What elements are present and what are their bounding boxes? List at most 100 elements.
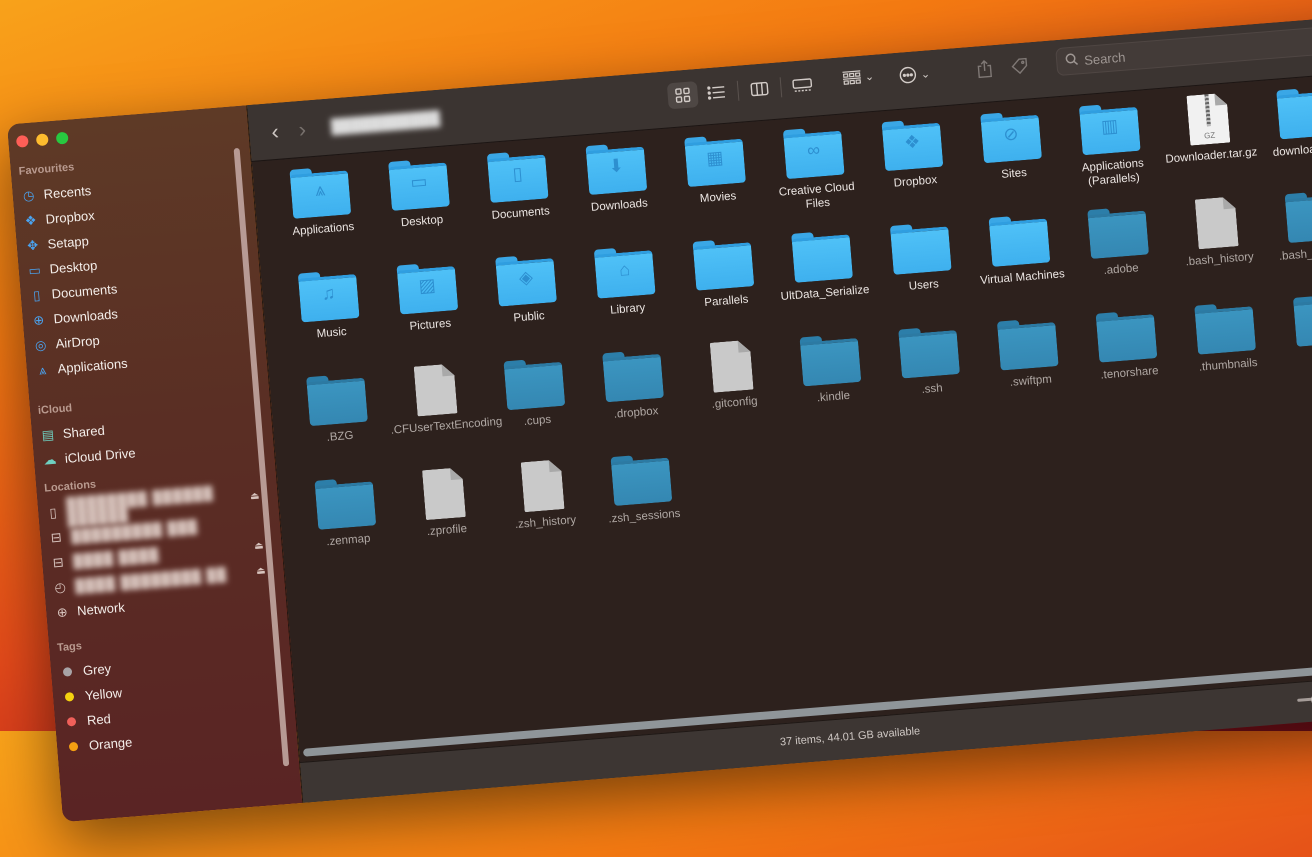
folder-item[interactable]: .bash_sessions	[1266, 188, 1312, 264]
file-name: Sites	[1000, 166, 1028, 181]
list-view-button[interactable]	[701, 78, 733, 106]
folder-item[interactable]: ▦ Movies	[665, 132, 766, 208]
folder-item[interactable]: downloadtemp	[1257, 84, 1312, 160]
folder-item[interactable]: ◈ Public	[476, 252, 577, 328]
folder-item[interactable]: .zenmap	[296, 475, 397, 551]
folder-item[interactable]: ⩓ Applications	[271, 164, 372, 240]
folder-icon: ▦	[684, 134, 746, 188]
search-field[interactable]: Search	[1055, 23, 1312, 77]
folder-item[interactable]: .zsh_sessions	[592, 451, 693, 527]
folder-item[interactable]: ♫ Music	[279, 267, 380, 343]
file-item[interactable]: .gitconfig	[682, 339, 783, 413]
phone-icon: ▯	[48, 504, 58, 520]
folder-item[interactable]: .BZG	[287, 371, 388, 447]
file-name: Virtual Machines	[979, 268, 1066, 287]
icon-view-button[interactable]	[666, 81, 699, 110]
file-name: Downloads	[590, 197, 649, 214]
eject-icon[interactable]: ⏏	[250, 490, 260, 502]
file-name: .vnc	[1278, 347, 1312, 369]
folder-icon	[799, 333, 862, 387]
folder-item[interactable]: Parallels	[674, 236, 775, 312]
group-by-button[interactable]: ⌄	[842, 69, 875, 85]
folder-item[interactable]: ⬇ Downloads	[567, 140, 668, 216]
file-item[interactable]: .zsh_history	[493, 459, 594, 533]
file-name: .BZG	[326, 429, 354, 444]
file-name: Applications	[291, 221, 355, 238]
folder-icon	[988, 213, 1051, 267]
file-name: Public	[512, 310, 546, 325]
folder-item[interactable]: ▭ Desktop	[369, 156, 470, 232]
file-name: .adobe	[1103, 262, 1140, 278]
desktop-icon: ▭	[27, 261, 42, 278]
folder-item[interactable]: .dropbox	[583, 347, 684, 423]
tag-button[interactable]	[1010, 56, 1029, 75]
time-machine-icon: ◴	[53, 578, 67, 595]
folder-icon	[1095, 309, 1158, 363]
group-by-icon	[842, 70, 861, 85]
dropbox-icon: ❖	[24, 211, 38, 228]
folder-icon: ▥	[1078, 102, 1141, 156]
folder-item[interactable]: .kindle	[781, 331, 882, 407]
folder-item[interactable]: ▥ Applications (Parallels)	[1060, 100, 1162, 190]
folder-item[interactable]: ▨ Pictures	[378, 260, 479, 336]
file-name: Pictures	[409, 317, 452, 333]
folder-item[interactable]: .ssh	[879, 324, 980, 400]
gallery-view-button[interactable]	[786, 71, 818, 99]
sidebar-item-label: ████ ████	[72, 546, 160, 569]
tag-color-dot	[62, 667, 73, 677]
file-item[interactable]: .zprofile	[394, 467, 495, 541]
folder-item[interactable]: UltData_Serialize	[772, 228, 873, 304]
folder-icon: ▯	[486, 149, 549, 203]
file-item[interactable]: .bash_history	[1167, 196, 1268, 270]
folder-item[interactable]: .cups	[485, 355, 586, 431]
sidebar-item-label: AirDrop	[55, 332, 101, 352]
clock-icon: ◷	[22, 187, 35, 203]
file-name: .dropbox	[613, 405, 659, 421]
icon-size-slider[interactable]	[1297, 688, 1312, 709]
folder-item[interactable]: .adobe	[1068, 204, 1169, 280]
file-name: .bash_history	[1185, 250, 1255, 269]
chevron-down-icon: ⌄	[920, 67, 931, 81]
folder-item[interactable]: Virtual Machines	[970, 212, 1071, 288]
status-bar: 37 items, 44.01 GB available	[300, 654, 1312, 803]
file-name: Movies	[699, 190, 737, 206]
forward-button[interactable]: ›	[298, 117, 307, 144]
sidebar-item-label: Desktop	[49, 257, 98, 277]
folder-item[interactable]: Users	[871, 220, 972, 296]
sidebar-tag-orange[interactable]: Orange	[64, 729, 133, 759]
minimize-window-button[interactable]	[35, 133, 49, 147]
zoom-window-button[interactable]	[55, 131, 69, 145]
folder-icon	[1087, 205, 1150, 259]
close-window-button[interactable]	[15, 134, 29, 148]
ellipsis-circle-icon	[899, 66, 917, 84]
file-name: .tenorshare	[1100, 364, 1159, 382]
sidebar-item-label: Dropbox	[45, 207, 96, 227]
folder-item[interactable]: ⌂ Library	[575, 244, 676, 320]
folder-item[interactable]: ❖ Dropbox	[863, 116, 964, 192]
sidebar-item-label: Applications	[57, 355, 129, 377]
share-icon	[977, 59, 992, 79]
folder-item[interactable]: .thumbnails	[1175, 300, 1276, 376]
shared-folder-icon: ▤	[41, 426, 55, 443]
column-view-button[interactable]	[744, 75, 776, 103]
document-icon	[512, 458, 574, 509]
file-name: .zsh_history	[514, 514, 577, 532]
share-button[interactable]	[976, 59, 993, 79]
folder-item[interactable]: .vnc	[1274, 292, 1312, 368]
more-actions-button[interactable]: ⌄	[898, 64, 931, 84]
folder-item[interactable]: .tenorshare	[1077, 308, 1178, 384]
view-mode-group	[666, 71, 819, 110]
favourites-section: Favourites ◷ Recents ❖ Dropbox ✥ Setapp ▭ Deskt…	[18, 158, 128, 383]
eject-icon[interactable]: ⏏	[254, 540, 264, 552]
file-name: .zprofile	[426, 522, 468, 539]
folder-icon	[1194, 301, 1257, 355]
eject-icon[interactable]: ⏏	[256, 565, 266, 577]
archive-type-label: GZ	[1203, 130, 1216, 141]
folder-item[interactable]: .swiftpm	[978, 316, 1079, 392]
folder-item[interactable]: ▯ Documents	[468, 148, 569, 224]
folder-item[interactable]: ∞ Creative Cloud Files	[764, 124, 866, 214]
file-item[interactable]: .CFUserTextEncoding	[386, 363, 503, 437]
back-button[interactable]: ‹	[270, 119, 279, 146]
folder-item[interactable]: ⊘ Sites	[961, 108, 1062, 184]
file-item[interactable]: GZ Downloader.tar.gz	[1159, 92, 1260, 166]
